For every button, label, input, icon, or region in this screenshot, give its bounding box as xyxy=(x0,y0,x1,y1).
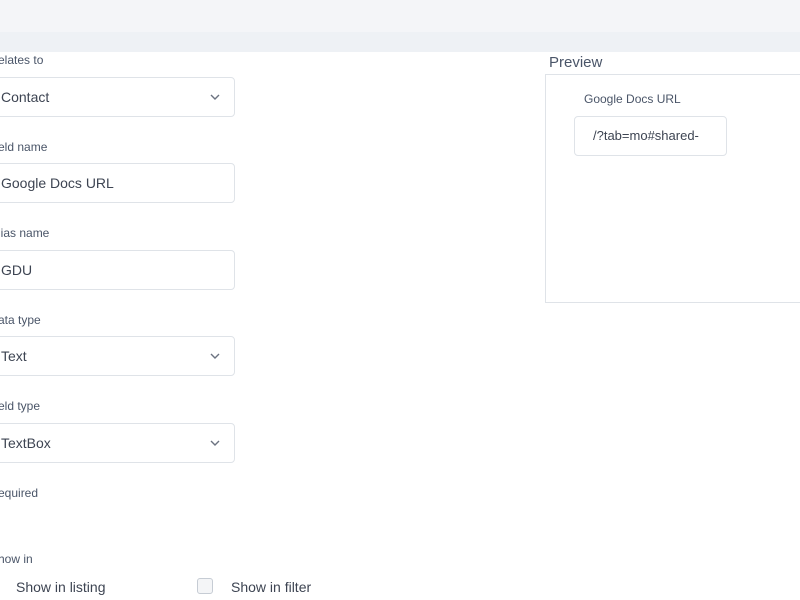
alias-name-value: GDU xyxy=(1,262,33,278)
preview-title: Preview xyxy=(549,54,603,71)
field-name-label: eld name xyxy=(0,140,48,154)
chevron-down-icon xyxy=(210,94,220,100)
data-type-label: ata type xyxy=(0,313,41,327)
field-type-select[interactable]: TextBox xyxy=(0,423,235,463)
preview-url-value: /?tab=mo#shared- xyxy=(593,128,699,143)
show-in-listing-label[interactable]: Show in listing xyxy=(16,579,106,595)
relates-to-select[interactable]: Contact xyxy=(0,77,235,117)
field-type-label: eld type xyxy=(0,399,41,413)
data-type-select[interactable]: Text xyxy=(0,336,235,376)
field-type-value: TextBox xyxy=(1,435,51,451)
field-name-input[interactable]: Google Docs URL xyxy=(0,163,235,203)
show-in-filter-checkbox[interactable] xyxy=(197,578,213,594)
alias-name-label: lias name xyxy=(0,226,50,240)
relates-to-value: Contact xyxy=(1,89,50,105)
required-label: equired xyxy=(0,486,39,500)
sub-bar xyxy=(0,32,800,52)
relates-to-label: elates to xyxy=(0,53,44,67)
alias-name-input[interactable]: GDU xyxy=(0,250,235,290)
preview-panel xyxy=(545,74,800,303)
show-in-filter-label[interactable]: Show in filter xyxy=(231,579,311,595)
preview-field-label: Google Docs URL xyxy=(584,92,681,106)
top-bar xyxy=(0,0,800,32)
preview-url-input[interactable]: /?tab=mo#shared- xyxy=(574,116,727,156)
field-name-value: Google Docs URL xyxy=(1,175,114,191)
chevron-down-icon xyxy=(210,353,220,359)
show-in-label: how in xyxy=(0,552,33,566)
chevron-down-icon xyxy=(210,440,220,446)
data-type-value: Text xyxy=(1,348,27,364)
